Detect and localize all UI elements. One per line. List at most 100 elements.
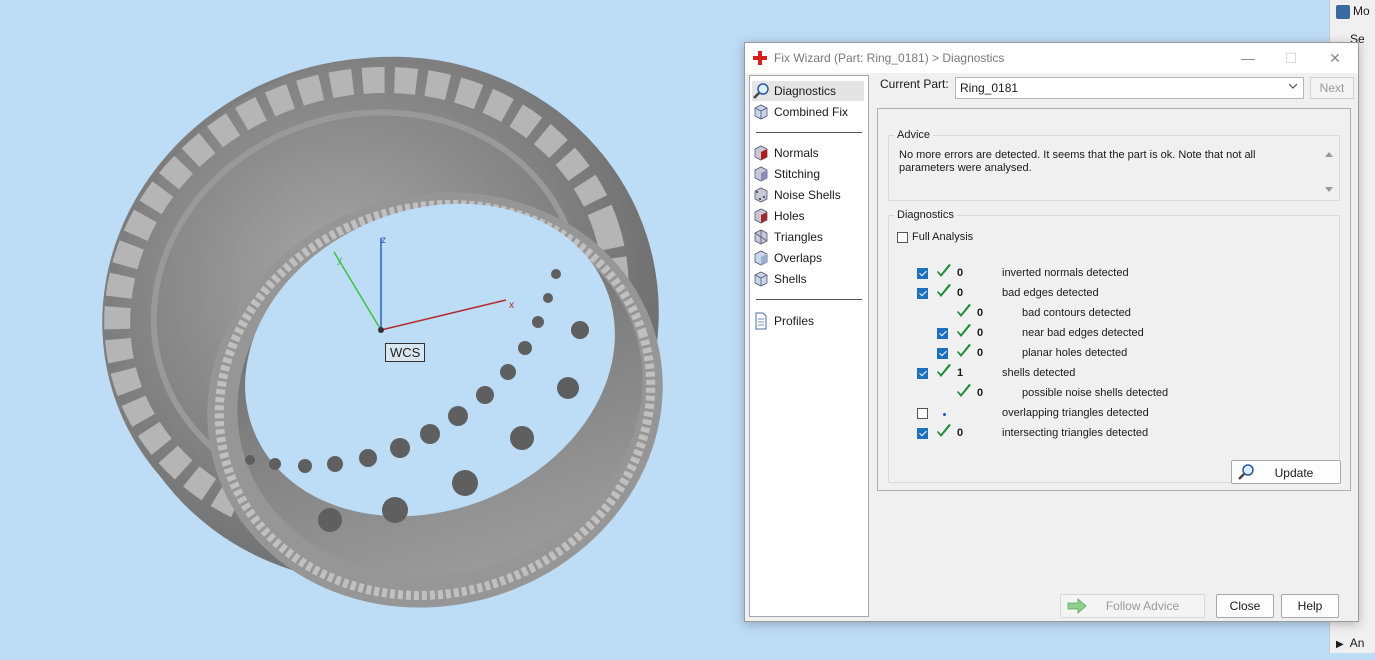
magnifier-icon — [753, 83, 769, 99]
diagnostic-row: 0 bad edges detected — [889, 284, 1329, 303]
advice-group: Advice No more errors are detected. It s… — [888, 129, 1340, 201]
diagnostic-label: bad contours detected — [1022, 307, 1131, 319]
axis-x-label: x — [509, 300, 514, 311]
follow-advice-label: Follow Advice — [1105, 599, 1180, 613]
diagnostic-row: 1 shells detected — [889, 364, 1329, 383]
dialog-title: Fix Wizard (Part: Ring_0181) > Diagnosti… — [774, 51, 1005, 65]
diagnostic-count: 0 — [977, 307, 984, 319]
nav-separator — [756, 299, 862, 300]
diagnostic-count: 0 — [977, 387, 984, 399]
current-part-value: Ring_0181 — [960, 81, 1019, 95]
nav-item-normals[interactable]: Normals — [752, 143, 864, 163]
diagnostic-count: 1 — [957, 367, 964, 379]
diagnostic-row: 0 planar holes detected — [889, 344, 1329, 363]
diagnostics-content: Advice No more errors are detected. It s… — [877, 108, 1351, 491]
diagnostic-row: 0 bad contours detected — [889, 304, 1329, 323]
cube-icon — [754, 104, 768, 120]
diagnostic-row: 0 possible noise shells detected — [889, 384, 1329, 403]
green-check-icon — [957, 384, 971, 397]
green-check-icon — [957, 324, 971, 337]
diagnostic-count: 0 — [957, 287, 964, 299]
green-check-icon — [957, 344, 971, 357]
stitch-cube-icon — [754, 166, 768, 182]
update-button[interactable]: Update — [1231, 460, 1341, 484]
wizard-nav: Diagnostics Combined Fix Normals Stitchi… — [749, 75, 869, 617]
diagnostic-label: intersecting triangles detected — [1002, 427, 1149, 439]
noise-cube-icon — [754, 187, 768, 203]
diagnostic-label: overlapping triangles detected — [1002, 407, 1149, 419]
green-check-icon — [937, 424, 951, 437]
diagnostic-row: overlapping triangles detected — [889, 405, 1329, 423]
title-bar[interactable]: Fix Wizard (Part: Ring_0181) > Diagnosti… — [745, 43, 1358, 73]
minimize-button[interactable]: — — [1228, 47, 1268, 69]
green-check-icon — [937, 264, 951, 277]
diagnostic-row: 0 intersecting triangles detected — [889, 424, 1329, 443]
nav-item-holes[interactable]: Holes — [752, 206, 864, 226]
diagnostic-row: 0 inverted normals detected — [889, 264, 1329, 283]
diagnostic-checkbox[interactable] — [917, 408, 928, 419]
diagnostic-label: bad edges detected — [1002, 287, 1099, 299]
diagnostic-count: 0 — [977, 347, 984, 359]
nav-separator — [756, 132, 862, 133]
axis-z-label: z — [381, 235, 386, 246]
current-part-label: Current Part: — [880, 77, 949, 91]
nav-item-noise-shells[interactable]: Noise Shells — [752, 185, 864, 205]
diagnostics-group: Diagnostics Full Analysis 0 inverted norm… — [888, 209, 1341, 484]
follow-advice-button[interactable]: Follow Advice — [1060, 594, 1205, 618]
diagnostic-checkbox[interactable] — [917, 428, 928, 439]
nav-item-profiles[interactable]: Profiles — [752, 311, 864, 331]
next-button[interactable]: Next — [1310, 77, 1354, 99]
diagnostic-count: 0 — [957, 427, 964, 439]
diagnostic-checkbox[interactable] — [917, 368, 928, 379]
diagnostic-checkbox[interactable] — [937, 328, 948, 339]
fix-wizard-dialog: Fix Wizard (Part: Ring_0181) > Diagnosti… — [744, 42, 1359, 622]
advice-legend: Advice — [897, 129, 931, 141]
diagnostic-count: 0 — [957, 267, 964, 279]
diagnostic-label: planar holes detected — [1022, 347, 1128, 359]
full-analysis-option[interactable]: Full Analysis — [897, 231, 973, 243]
advice-text: No more errors are detected. It seems th… — [899, 149, 1256, 174]
hole-cube-icon — [754, 208, 768, 224]
side-row-an[interactable]: ▶ An — [1336, 636, 1375, 660]
current-part-select[interactable]: Ring_0181 — [955, 77, 1304, 99]
nav-item-stitching[interactable]: Stitching — [752, 164, 864, 184]
nav-item-diagnostics[interactable]: Diagnostics — [752, 81, 864, 101]
red-cross-icon — [753, 51, 767, 65]
side-row-mo[interactable]: Mo — [1336, 4, 1375, 28]
update-label: Update — [1274, 466, 1314, 480]
help-button[interactable]: Help — [1281, 594, 1339, 618]
close-button[interactable]: Close — [1216, 594, 1274, 618]
nav-item-triangles[interactable]: Triangles — [752, 227, 864, 247]
diagnostic-label: near bad edges detected — [1022, 327, 1144, 339]
full-analysis-checkbox[interactable] — [897, 231, 908, 243]
green-check-icon — [937, 364, 951, 377]
chevron-down-icon — [1289, 83, 1297, 89]
axis-y-label: y — [337, 255, 342, 266]
diagnostic-count: 0 — [977, 327, 984, 339]
document-icon — [755, 312, 767, 330]
triangles-icon — [754, 229, 768, 245]
diagnostic-label: shells detected — [1002, 367, 1076, 379]
nav-item-shells[interactable]: Shells — [752, 269, 864, 289]
model-icon — [1336, 4, 1350, 19]
full-analysis-label: Full Analysis — [912, 231, 974, 243]
diagnostic-checkbox[interactable] — [937, 348, 948, 359]
diagnostic-checkbox[interactable] — [917, 268, 928, 279]
diagnostic-label: possible noise shells detected — [1022, 387, 1169, 399]
nav-item-combined-fix[interactable]: Combined Fix — [752, 102, 864, 122]
nav-item-overlaps[interactable]: Overlaps — [752, 248, 864, 268]
diagnostic-label: inverted normals detected — [1002, 267, 1129, 279]
shells-cube-icon — [754, 271, 768, 287]
cube-red-face-icon — [754, 145, 768, 161]
status-dot — [943, 413, 946, 416]
diagnostic-checkbox[interactable] — [917, 288, 928, 299]
maximize-button[interactable]: ☐ — [1271, 47, 1311, 69]
advice-scrollbar[interactable] — [1323, 149, 1335, 195]
wcs-label: WCS — [385, 343, 426, 362]
green-check-icon — [937, 284, 951, 297]
triangle-right-icon: ▶ — [1336, 639, 1344, 650]
diagnostic-row: 0 near bad edges detected — [889, 324, 1329, 343]
green-arrow-icon — [1067, 598, 1087, 614]
close-window-button[interactable]: ✕ — [1315, 47, 1355, 69]
overlaps-cube-icon — [754, 250, 768, 266]
